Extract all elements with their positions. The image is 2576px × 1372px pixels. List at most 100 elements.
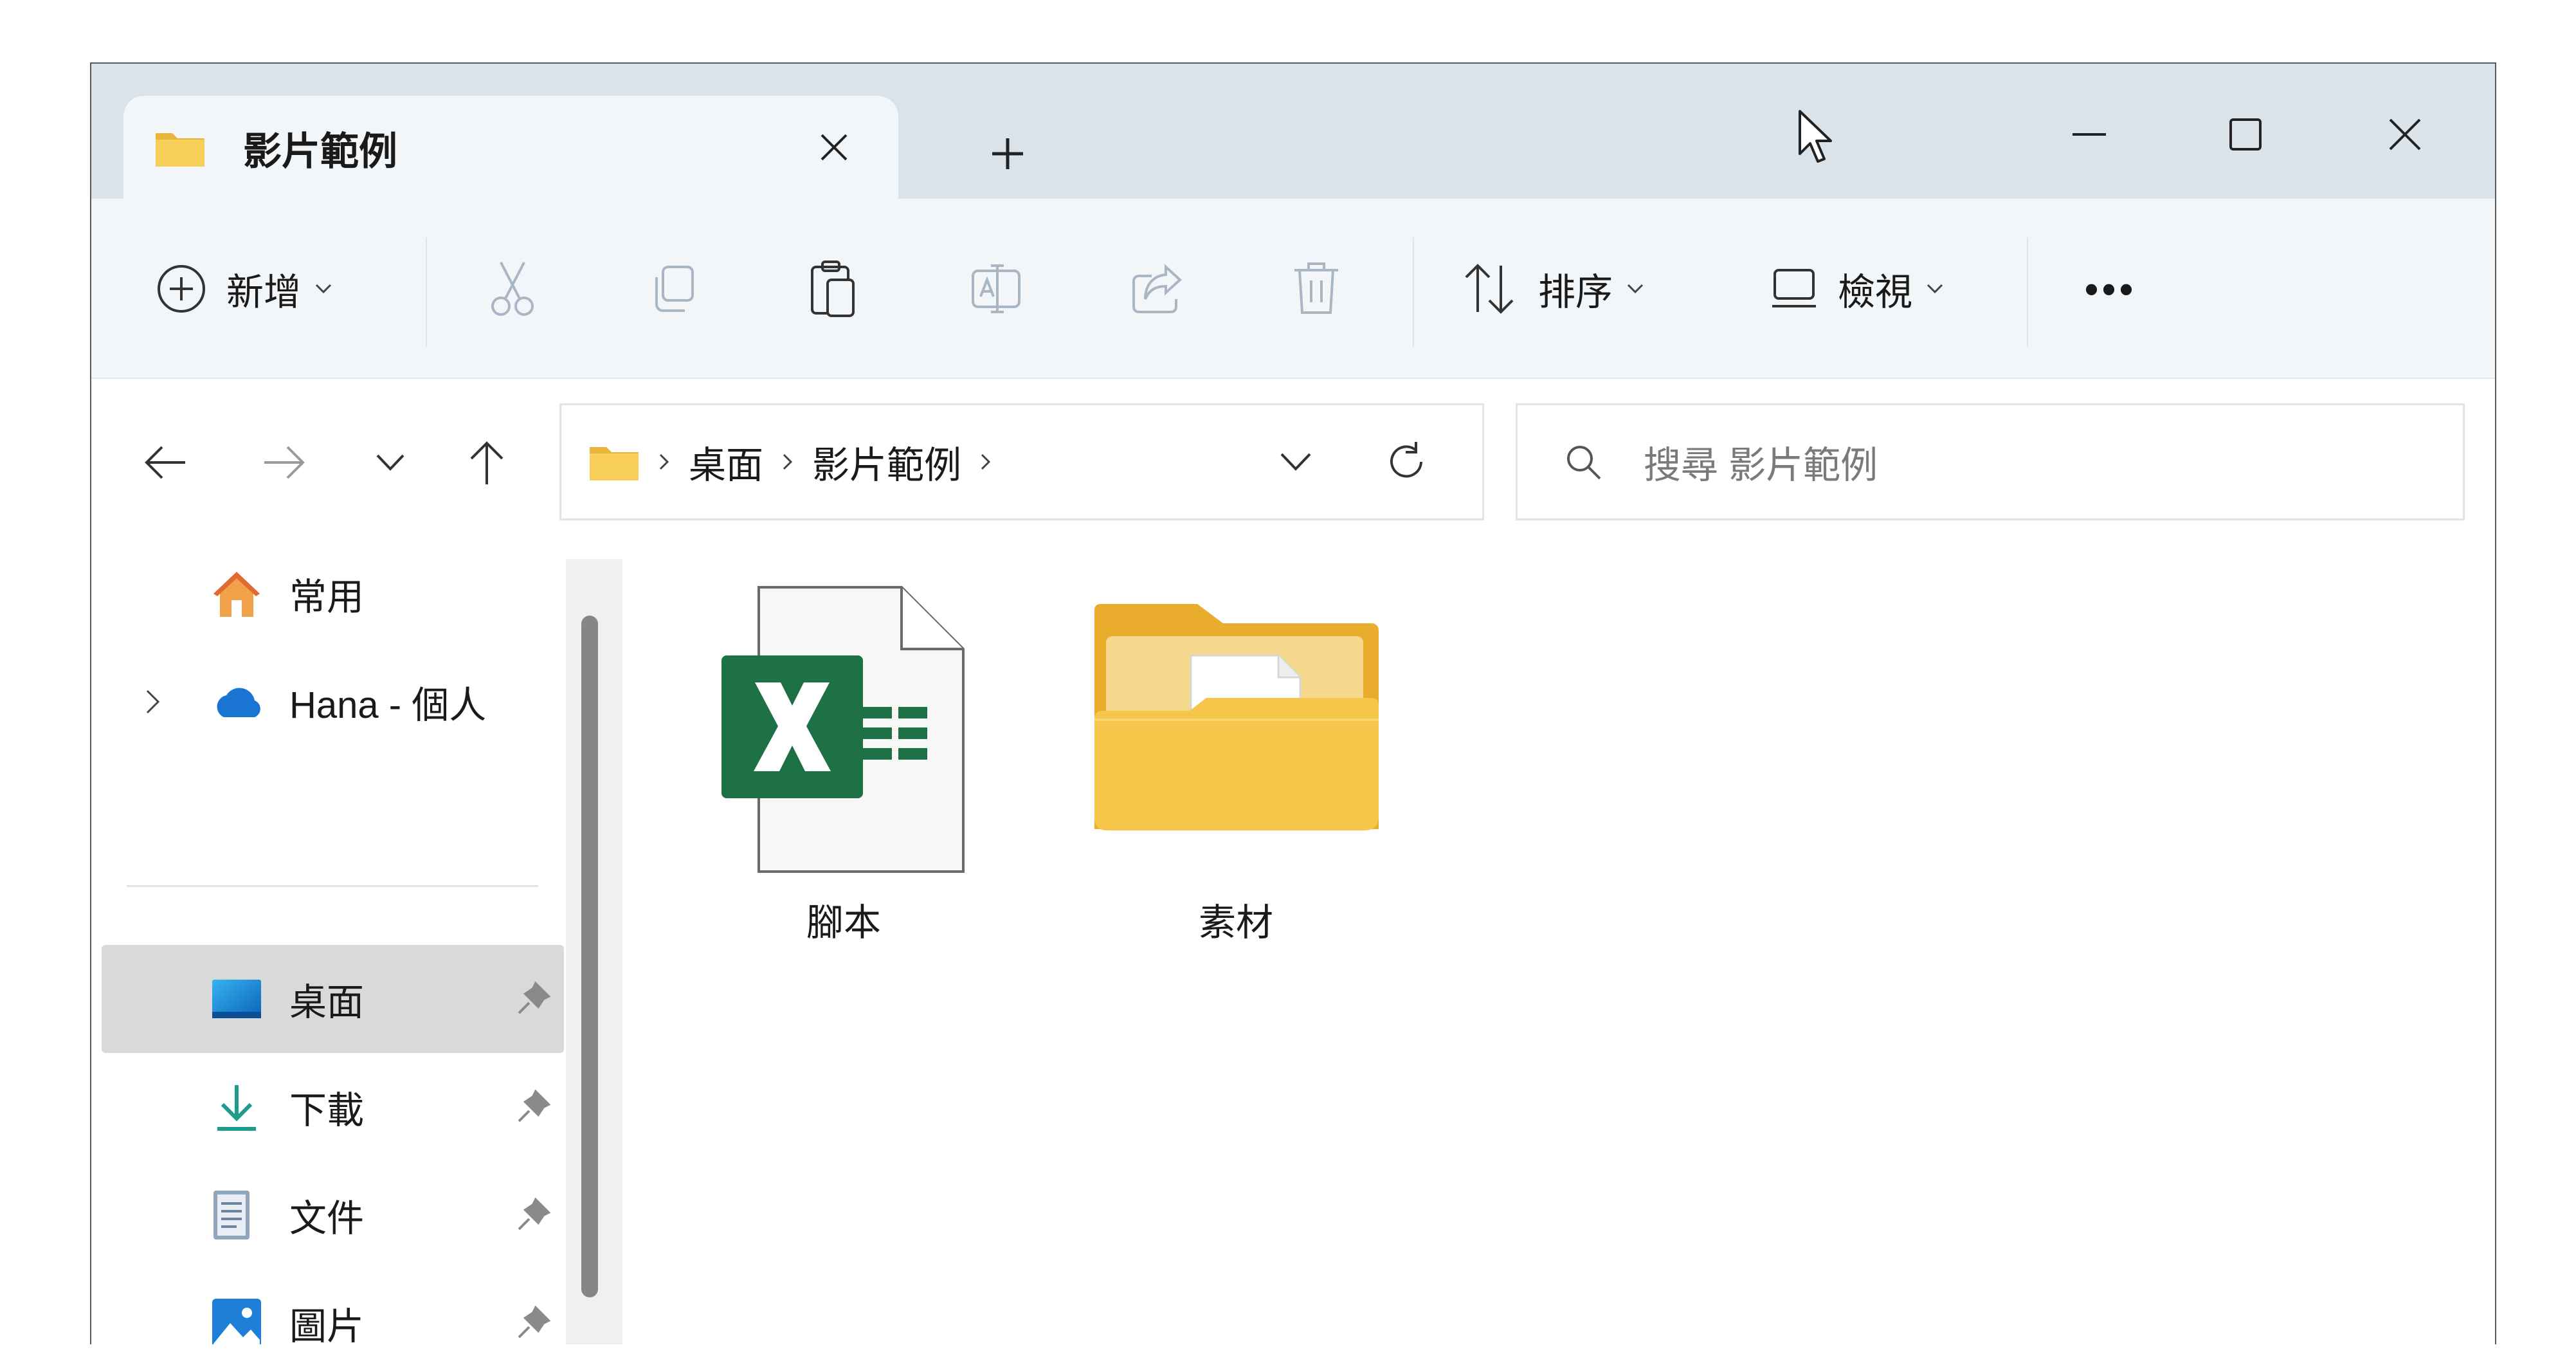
paste-button[interactable] [808,199,860,379]
chevron-down-icon [1927,284,1943,294]
delete-button[interactable] [1291,199,1342,379]
new-tab-button[interactable] [979,125,1037,183]
file-list: 腳本 素材 [625,540,2495,1344]
toolbar-divider [2027,237,2028,347]
new-button[interactable]: 新增 [156,199,332,379]
excel-file-icon [721,586,965,873]
sidebar-item-label: 桌面 [289,982,365,1023]
pin-icon[interactable] [515,1305,551,1341]
view-button-label: 檢視 [1838,271,1913,313]
onedrive-cloud-icon [217,688,260,717]
chevron-right-icon[interactable] [145,689,161,715]
chevron-down-icon [1627,284,1644,294]
close-icon [2389,118,2421,151]
maximize-icon [2229,118,2262,151]
sidebar-item-home[interactable]: 常用 [102,540,564,648]
navigation-bar: 桌面 影片範例 搜尋 影片範例 [91,379,2495,540]
mouse-cursor-icon [1799,110,1832,163]
sidebar-divider [127,885,538,887]
clipboard-icon [811,261,855,317]
more-icon: ••• [2085,267,2137,311]
sidebar-item-onedrive[interactable]: Hana - 個人 [102,648,564,756]
close-icon [821,134,848,161]
up-button[interactable] [458,434,516,491]
view-layout-icon [1772,269,1816,307]
share-button[interactable] [1130,199,1185,379]
pictures-icon [212,1299,261,1344]
view-button[interactable]: 檢視 [1770,199,1943,379]
refresh-icon [1390,442,1422,478]
sort-button[interactable]: 排序 [1461,199,1644,379]
file-explorer-window: 影片範例 新增 排序 檢視 ••• 桌面 影片範例 搜尋 影片範例 常用 Han… [90,62,2496,1344]
folder-icon [156,133,204,167]
sidebar-item-label: 圖片 [289,1306,365,1344]
back-button[interactable] [136,434,194,491]
navigation-pane: 常用 Hana - 個人 桌面 下載 文件 圖片 [91,540,567,1344]
more-options-button[interactable]: ••• [2085,199,2137,379]
sidebar-scrollbar-thumb[interactable] [581,616,598,1297]
pin-icon[interactable] [515,1089,551,1125]
file-item-excel[interactable]: 腳本 [721,585,965,946]
arrow-left-icon [145,446,185,479]
share-icon [1132,264,1182,313]
new-button-label: 新增 [226,271,302,313]
address-history-button[interactable] [1269,435,1323,489]
cut-button[interactable] [487,199,538,379]
sidebar-item-downloads[interactable]: 下載 [102,1053,564,1161]
minimize-button[interactable] [2051,96,2128,173]
document-icon [213,1191,249,1239]
file-item-folder[interactable]: 素材 [1088,585,1384,946]
search-icon [1567,446,1601,480]
chevron-right-icon [659,453,669,470]
sidebar-item-pictures[interactable]: 圖片 [102,1269,564,1344]
scissors-icon [491,262,534,316]
download-icon [217,1085,256,1131]
add-circle-icon [158,265,205,313]
chevron-down-icon [315,284,332,294]
chevron-down-icon [1280,453,1311,471]
file-name: 素材 [1198,902,1273,944]
file-name: 腳本 [806,902,881,944]
sidebar-item-desktop[interactable]: 桌面 [102,945,564,1053]
media-folder-icon [1094,604,1379,830]
copy-button[interactable] [648,199,699,379]
folder-icon [590,447,639,480]
close-tab-button[interactable] [808,122,860,173]
sidebar-item-label: 文件 [289,1198,365,1239]
copy-icon [655,266,694,312]
maximize-button[interactable] [2207,96,2284,173]
address-bar[interactable]: 桌面 影片範例 [559,403,1484,520]
sort-button-label: 排序 [1538,271,1613,313]
toolbar-divider [426,237,427,347]
close-window-button[interactable] [2366,96,2444,173]
arrow-up-icon [470,441,503,484]
sidebar-item-label: 常用 [289,576,365,618]
command-bar: 新增 排序 檢視 ••• [91,199,2495,379]
sort-arrows-icon [1465,264,1514,314]
pin-icon[interactable] [515,981,551,1017]
breadcrumb-desktop[interactable]: 桌面 [689,435,763,489]
search-box[interactable]: 搜尋 影片範例 [1516,403,2465,520]
forward-button[interactable] [255,434,313,491]
breadcrumb-current-folder[interactable]: 影片範例 [812,435,961,489]
tab-current-folder[interactable]: 影片範例 [123,96,898,200]
rename-button[interactable] [969,199,1027,379]
search-placeholder: 搜尋 影片範例 [1644,444,1878,486]
sidebar-item-documents[interactable]: 文件 [102,1161,564,1269]
sidebar-item-label: Hana - 個人 [289,684,487,726]
chevron-down-icon [376,454,404,471]
minimize-icon [2073,133,2106,136]
rename-icon [972,264,1020,313]
recent-locations-button[interactable] [361,434,419,491]
plus-icon [992,138,1023,169]
title-bar: 影片範例 [91,64,2495,200]
arrow-right-icon [264,446,305,479]
toolbar-divider [1413,237,1414,347]
trash-icon [1294,262,1338,314]
home-icon [213,572,260,617]
chevron-right-icon [981,453,991,470]
pin-icon[interactable] [515,1197,551,1233]
refresh-button[interactable] [1379,435,1433,489]
sidebar-item-label: 下載 [289,1090,365,1131]
chevron-right-icon [783,453,793,470]
